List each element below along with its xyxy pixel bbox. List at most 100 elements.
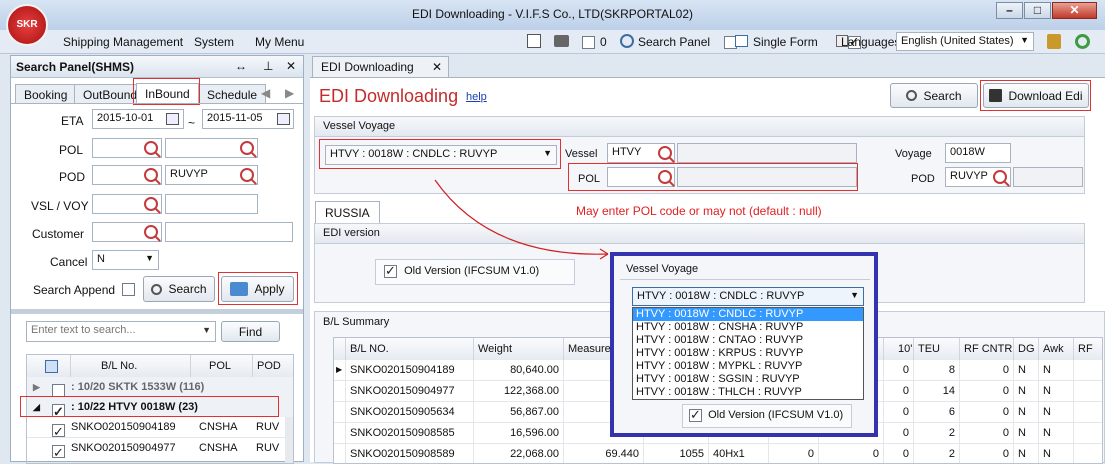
group-checkbox[interactable] — [52, 383, 65, 397]
zoom-dropdown-list[interactable]: HTVY : 0018W : CNDLC : RUVYP HTVY : 0018… — [632, 307, 864, 400]
settings-icon[interactable] — [527, 34, 541, 48]
tab-booking[interactable]: Booking — [15, 84, 77, 104]
tab-russia[interactable]: RUSSIA — [315, 201, 380, 223]
dropdown-option[interactable]: HTVY : 0018W : THLCH : RUVYP — [633, 386, 863, 399]
table-row[interactable]: SNKO020150908589 22,068.00 69.440 1055 40Hx1… — [334, 444, 1102, 463]
search-icon[interactable] — [144, 168, 158, 182]
find-button[interactable]: Find — [221, 321, 280, 342]
search-icon[interactable] — [144, 225, 158, 239]
table-row[interactable]: SNKO020150904977 CNSHA RUV — [27, 438, 293, 463]
zoom-old-version[interactable]: Old Version (IFCSUM V1.0) — [682, 404, 852, 428]
chevron-down-icon: ▼ — [145, 253, 154, 263]
search-panel-label[interactable]: Search Panel — [638, 35, 710, 49]
pin-icon[interactable]: ⊥ — [263, 59, 273, 73]
close-icon[interactable]: ✕ — [432, 60, 442, 74]
group-row-highlight — [20, 396, 279, 417]
tab-schedule[interactable]: Schedule — [198, 84, 267, 104]
dropdown-option[interactable]: HTVY : 0018W : SGSIN : RUVYP — [633, 373, 863, 386]
vessel-label: Vessel — [565, 148, 598, 160]
row-indicator-icon: ▶ — [334, 360, 346, 380]
row-checkbox[interactable] — [52, 443, 65, 463]
cell-awk: N — [1039, 381, 1074, 401]
cell-teu: 8 — [914, 360, 960, 380]
menu-system[interactable]: System — [194, 35, 234, 49]
single-form-icon[interactable] — [735, 35, 748, 47]
table-row[interactable]: SNKO020150904189 CNSHA RUV — [27, 417, 293, 442]
calendar-icon[interactable] — [166, 113, 179, 125]
select-all-header[interactable] — [27, 355, 71, 377]
voy-input[interactable] — [165, 194, 258, 214]
row-checkbox[interactable] — [52, 422, 65, 442]
col-pod[interactable]: POD — [253, 355, 293, 377]
doc-tab[interactable]: EDI Downloading ✕ — [312, 56, 449, 77]
voyage-input[interactable]: 0018W — [945, 143, 1011, 163]
window-title: EDI Downloading - V.I.F.S Co., LTD(SKRPO… — [412, 7, 693, 21]
search-icon[interactable] — [240, 141, 254, 155]
col-pol[interactable]: POL — [191, 355, 253, 377]
cell-teu: 2 — [914, 423, 960, 443]
cell-bl: SNKO020150904189 — [346, 360, 474, 380]
panel-search-button[interactable]: Search — [143, 276, 215, 302]
zoom-callout: Vessel Voyage HTVY : 0018W : CNDLC : RUV… — [610, 252, 878, 437]
app-logo[interactable]: SKR — [6, 4, 48, 46]
zoom-select[interactable]: HTVY : 0018W : CNDLC : RUVYP ▼ — [632, 287, 864, 306]
scrollbar[interactable] — [285, 417, 293, 463]
col-indicator — [334, 338, 346, 360]
find-input[interactable]: Enter text to search... ▼ — [26, 321, 216, 342]
col-10ft[interactable]: 10' — [884, 338, 914, 360]
old-version-checkbox[interactable] — [689, 407, 702, 423]
download-highlight — [980, 80, 1091, 111]
refresh-icon[interactable] — [1075, 34, 1090, 49]
help-link[interactable]: help — [466, 91, 487, 103]
dropdown-option[interactable]: HTVY : 0018W : CNSHA : RUVYP — [633, 321, 863, 334]
col-awk[interactable]: Awk — [1039, 338, 1074, 360]
close-button[interactable]: ✕ — [1052, 2, 1097, 19]
customer-name-input[interactable] — [165, 222, 293, 242]
col-rf[interactable]: RF — [1074, 338, 1102, 360]
search-panel-icon[interactable] — [620, 34, 634, 48]
search-panel-title: Search Panel(SHMS) — [16, 60, 135, 74]
pod-label: POD — [911, 173, 935, 185]
col-teu[interactable]: TEU — [914, 338, 960, 360]
search-icon[interactable] — [993, 170, 1007, 184]
dropdown-option[interactable]: HTVY : 0018W : CNTAO : RUVYP — [633, 334, 863, 347]
col-bl-no[interactable]: B/L No. — [71, 355, 191, 377]
tab-next-icon[interactable]: ▶ — [285, 86, 294, 100]
badge-count: 0 — [600, 35, 607, 49]
doc-search-button[interactable]: Search — [890, 83, 978, 108]
badge-checkbox[interactable] — [582, 36, 595, 50]
pod-label: POD — [59, 170, 86, 184]
col-weight[interactable]: Weight — [474, 338, 564, 360]
menu-shipping[interactable]: Shipping Management — [63, 35, 183, 49]
close-icon[interactable]: ✕ — [286, 59, 296, 73]
group-row[interactable]: ▶ : 10/20 SKTK 1533W (116) — [27, 377, 293, 397]
vessel-name-input — [677, 143, 857, 163]
search-append-checkbox[interactable] — [122, 283, 135, 297]
col-rf-cntr[interactable]: RF CNTR — [960, 338, 1014, 360]
search-icon[interactable] — [144, 197, 158, 211]
dropdown-option[interactable]: HTVY : 0018W : MYPKL : RUVYP — [633, 360, 863, 373]
calendar-icon[interactable] — [277, 113, 290, 125]
cancel-select[interactable]: N ▼ — [92, 250, 159, 270]
panel-splitter[interactable] — [11, 309, 303, 314]
col-bl-no[interactable]: B/L NO. — [346, 338, 474, 360]
menu-my-menu[interactable]: My Menu — [255, 35, 304, 49]
search-icon[interactable] — [658, 146, 672, 160]
old-version-checkbox[interactable] — [384, 263, 397, 279]
dropdown-option[interactable]: HTVY : 0018W : KRPUS : RUVYP — [633, 347, 863, 360]
col-dg[interactable]: DG — [1014, 338, 1039, 360]
resize-icon[interactable]: ↔ — [235, 59, 247, 73]
eta-separator: ~ — [188, 116, 196, 130]
single-form-label[interactable]: Single Form — [753, 35, 818, 49]
language-select[interactable]: English (United States) ▼ — [896, 32, 1034, 51]
search-icon[interactable] — [240, 168, 254, 182]
minimize-button[interactable]: – — [996, 2, 1023, 19]
print-icon[interactable] — [554, 35, 569, 47]
maximize-button[interactable]: □ — [1024, 2, 1051, 19]
search-icon[interactable] — [144, 141, 158, 155]
tab-prev-icon[interactable]: ◀ — [261, 86, 270, 100]
row-indicator — [334, 402, 346, 422]
lock-icon[interactable] — [1047, 34, 1061, 49]
dropdown-option[interactable]: HTVY : 0018W : CNDLC : RUVYP — [633, 308, 863, 321]
expand-icon[interactable]: ▶ — [33, 377, 40, 397]
